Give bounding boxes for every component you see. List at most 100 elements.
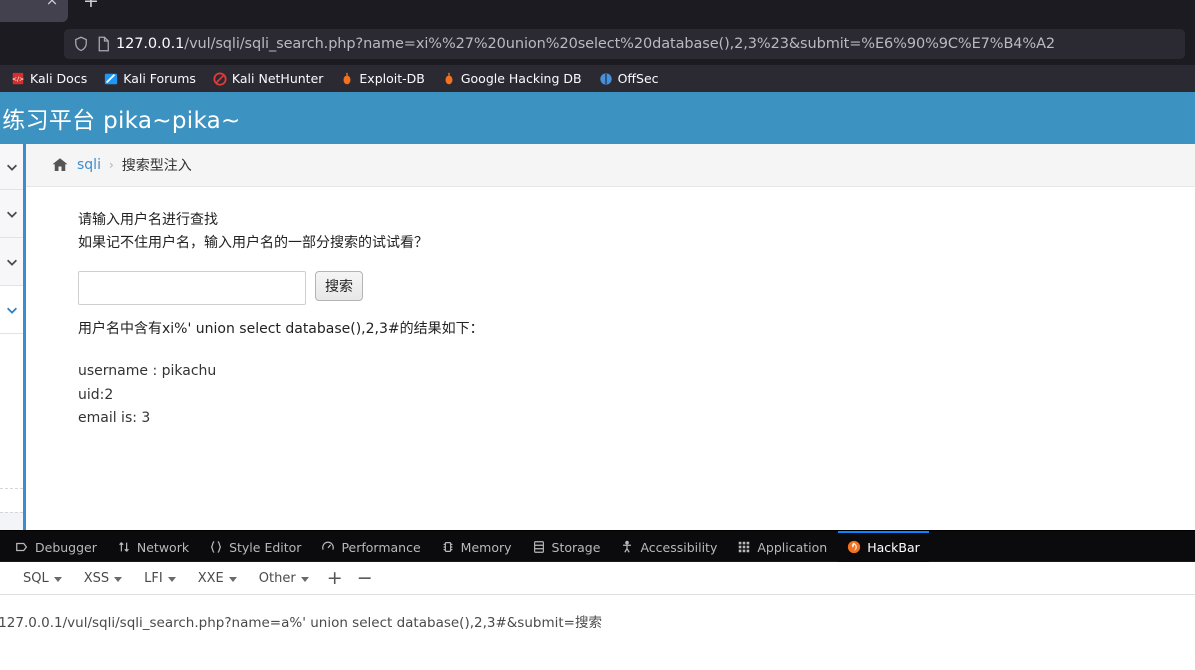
tab-debugger[interactable]: Debugger	[6, 531, 106, 562]
result-block: username : pikachu uid:2 email is: 3	[78, 360, 1195, 431]
url-path: /vul/sqli/sqli_search.php?name=xi%%27%20…	[184, 35, 1056, 52]
bookmark-label: Kali Forums	[123, 71, 196, 86]
bookmark-label: Google Hacking DB	[460, 71, 582, 86]
bookmark-offsec[interactable]: OffSec	[592, 69, 666, 88]
chevron-down-icon	[53, 576, 62, 582]
hackbar-menu-sql[interactable]: SQL	[12, 562, 73, 595]
tab-label: Storage	[551, 539, 601, 555]
tab-style-editor[interactable]: Style Editor	[200, 531, 310, 562]
remove-icon[interactable]: −	[350, 562, 380, 595]
kali-nethunter-icon	[213, 71, 227, 86]
chevron-down-icon	[7, 259, 17, 266]
tab-network[interactable]: Network	[108, 531, 198, 562]
bookmark-exploit-db[interactable]: Exploit-DB	[333, 69, 431, 88]
chevron-down-icon	[7, 211, 17, 218]
tab-performance[interactable]: Performance	[312, 531, 429, 562]
page-title: ]练习平台 pika~pika~	[0, 108, 241, 134]
bookmark-kali-docs[interactable]: </> Kali Docs	[4, 69, 94, 88]
prompt-line-2: 如果记不住用户名，输入用户名的一部分搜索的试试看？	[78, 235, 428, 251]
menu-label: Other	[258, 570, 296, 586]
bookmark-kali-forums[interactable]: Kali Forums	[97, 69, 203, 88]
chevron-down-icon	[167, 576, 176, 582]
prompt-line-1: 请输入用户名进行查找	[78, 212, 218, 228]
breadcrumb: sqli › 搜索型注入	[26, 144, 1195, 187]
sidebar-item-2[interactable]	[0, 190, 23, 238]
tab-label: Debugger	[35, 539, 97, 555]
page-icon[interactable]	[94, 35, 112, 53]
sidebar-item-3[interactable]	[0, 238, 23, 286]
kali-forums-icon	[105, 73, 118, 84]
tab-storage[interactable]: Storage	[523, 531, 610, 562]
result-line-username: username : pikachu	[78, 363, 217, 379]
menu-label: XXE	[197, 570, 224, 586]
chevron-down-icon	[7, 164, 17, 171]
tab-label: Memory	[460, 539, 512, 555]
bookmark-label: Exploit-DB	[359, 71, 425, 86]
sidebar-item-1[interactable]	[0, 144, 23, 190]
hackbar-panel: SQL XSS LFI XXE Other + − p://127.0.0.1/…	[0, 562, 1195, 670]
result-line-uid: uid:2	[78, 386, 114, 403]
hackbar-url-row: p://127.0.0.1/vul/sqli/sqli_search.php?n…	[0, 595, 1195, 670]
search-form: 搜索	[78, 271, 1195, 305]
bookmark-label: OffSec	[617, 71, 659, 86]
tab-label: Accessibility	[640, 539, 718, 555]
debugger-icon	[16, 542, 28, 552]
content-area: sqli › 搜索型注入 请输入用户名进行查找 如果记不住用户名，输入用户名的一…	[26, 144, 1195, 530]
hackbar-icon	[848, 540, 861, 554]
tab-strip: × +	[0, 0, 1195, 22]
memory-icon	[443, 542, 453, 552]
search-submit-button[interactable]: 搜索	[315, 271, 363, 301]
offsec-icon	[599, 72, 612, 85]
search-input[interactable]	[78, 271, 306, 305]
google-hacking-db-icon	[445, 72, 453, 84]
menu-label: LFI	[144, 570, 163, 586]
performance-icon	[322, 541, 335, 550]
tab-label: Application	[757, 539, 828, 555]
tab-label: Performance	[341, 539, 421, 555]
breadcrumb-current: 搜索型注入	[121, 158, 192, 174]
chevron-down-icon	[114, 576, 123, 582]
sidebar-footer	[0, 512, 23, 530]
tab-application[interactable]: Application	[728, 531, 836, 562]
menu-label: SQL	[23, 570, 49, 586]
tab-memory[interactable]: Memory	[432, 531, 521, 562]
devtools-panel: Debugger Network Style Editor Performanc…	[0, 530, 1195, 670]
content-inner: 请输入用户名进行查找 如果记不住用户名，输入用户名的一部分搜索的试试看？ 搜索 …	[26, 187, 1195, 431]
application-icon	[739, 541, 750, 553]
hackbar-menu-lfi[interactable]: LFI	[133, 562, 187, 595]
hackbar-menu-xxe[interactable]: XXE	[187, 562, 248, 595]
bookmark-label: Kali NetHunter	[231, 71, 324, 86]
new-tab-button[interactable]: +	[80, 0, 102, 12]
divider	[0, 488, 23, 489]
navigation-bar: 127.0.0.1/vul/sqli/sqli_search.php?name=…	[0, 22, 1195, 65]
url-text[interactable]: 127.0.0.1/vul/sqli/sqli_search.php?name=…	[116, 36, 1055, 52]
add-icon[interactable]: +	[320, 562, 350, 595]
hackbar-menu-xss[interactable]: XSS	[73, 562, 133, 595]
hackbar-toolbar: SQL XSS LFI XXE Other + −	[0, 562, 1195, 595]
close-icon[interactable]: ×	[44, 0, 60, 8]
tab-label: Style Editor	[229, 539, 302, 555]
url-host: 127.0.0.1	[116, 35, 185, 52]
svg-text:</>: </>	[12, 75, 24, 82]
bookmark-kali-nethunter[interactable]: Kali NetHunter	[206, 69, 330, 88]
result-echo-text: 用户名中含有xi%' union select database(),2,3#的…	[78, 321, 484, 337]
tab-hackbar[interactable]: HackBar	[838, 530, 929, 562]
tab-label: Network	[136, 539, 190, 555]
exploit-db-icon	[343, 72, 351, 84]
sidebar-item-4-active[interactable]	[0, 286, 23, 334]
page-banner: ]练习平台 pika~pika~	[0, 92, 1195, 144]
hackbar-menu-other[interactable]: Other	[248, 562, 320, 595]
chevron-down-icon	[7, 307, 17, 314]
breadcrumb-link-sqli[interactable]: sqli	[77, 157, 101, 173]
shield-icon[interactable]	[72, 35, 90, 53]
bookmark-google-hacking-db[interactable]: Google Hacking DB	[435, 69, 589, 88]
bookmarks-bar: </> Kali Docs Kali Forums Kali NetHunter…	[0, 65, 1195, 92]
url-bar[interactable]: 127.0.0.1/vul/sqli/sqli_search.php?name=…	[64, 28, 1185, 59]
sidebar-filler	[0, 334, 23, 454]
storage-icon	[533, 541, 544, 553]
home-icon[interactable]	[51, 156, 69, 174]
chevron-down-icon	[228, 576, 237, 582]
hackbar-url-input[interactable]: p://127.0.0.1/vul/sqli/sqli_search.php?n…	[0, 611, 602, 631]
style-editor-icon	[210, 541, 222, 553]
tab-accessibility[interactable]: Accessibility	[611, 531, 726, 562]
